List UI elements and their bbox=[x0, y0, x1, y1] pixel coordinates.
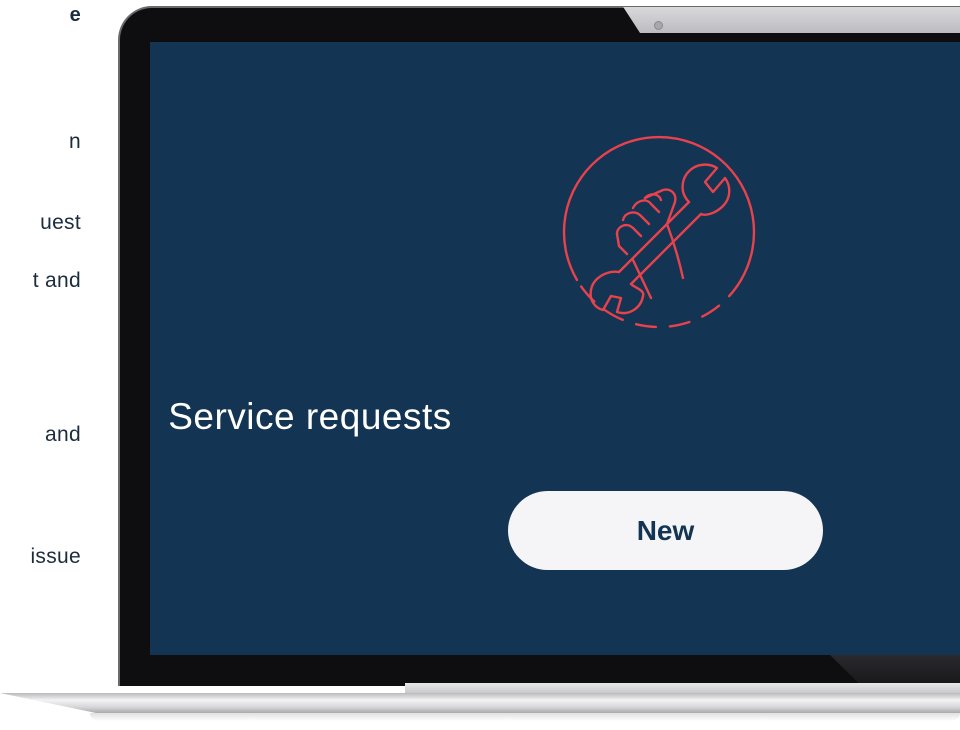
base-shadow bbox=[90, 713, 960, 721]
lid-reflection bbox=[623, 7, 960, 33]
camera-icon bbox=[654, 21, 663, 30]
side-text-line: uest bbox=[40, 211, 81, 234]
page-title: Service requests bbox=[168, 396, 452, 437]
wrench-in-hand-icon bbox=[555, 120, 765, 350]
side-text-line: t and bbox=[32, 269, 81, 292]
side-text-column: e n uest t and and issue bbox=[0, 0, 120, 730]
side-text-heading: e bbox=[69, 4, 81, 26]
base-body bbox=[0, 693, 960, 713]
page: e n uest t and and issue Service request… bbox=[0, 0, 960, 730]
side-text-line: n bbox=[69, 130, 81, 153]
base-hinge bbox=[405, 683, 960, 693]
side-text-line: issue bbox=[30, 545, 81, 568]
laptop-base bbox=[0, 683, 960, 730]
new-request-button[interactable]: New bbox=[508, 491, 823, 570]
